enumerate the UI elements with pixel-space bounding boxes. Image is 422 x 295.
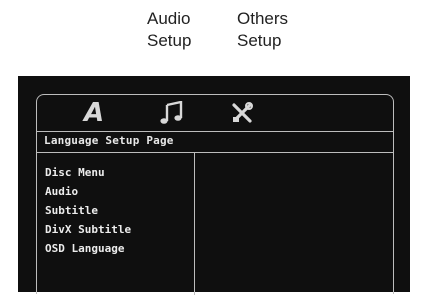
menu-item-divx-subtitle[interactable]: DivX Subtitle [45,223,131,237]
audio-caption-line2: Setup [147,31,192,50]
others-setup-caption: Others Setup [237,8,288,52]
menu-item-osd-language[interactable]: OSD Language [45,242,124,256]
audio-setup-caption: Audio Setup [147,8,191,52]
music-note-icon [160,101,183,124]
language-a-icon: A [83,98,105,128]
setup-tab-bar: A [37,95,393,131]
audio-setup-tab[interactable] [157,99,187,127]
others-caption-line2: Setup [237,31,282,50]
menu-item-subtitle[interactable]: Subtitle [45,204,98,218]
osd-screen: A Language Setup Page Disc Menu Audio Su… [18,76,410,295]
language-setup-tab[interactable]: A [81,98,107,128]
menu-item-disc-menu[interactable]: Disc Menu [45,166,105,180]
tools-icon [232,102,253,123]
audio-caption-line1: Audio [147,9,191,28]
option-value-pane [195,153,393,295]
page-title: Language Setup Page [44,134,174,147]
others-caption-line1: Others [237,9,289,28]
others-setup-tab[interactable] [227,99,257,127]
language-menu-list: Disc Menu Audio Subtitle DivX Subtitle O… [37,153,195,295]
menu-item-audio[interactable]: Audio [45,185,78,199]
page-title-bar: Language Setup Page [37,131,393,153]
setup-menu-frame: A Language Setup Page Disc Menu Audio Su… [36,94,394,295]
